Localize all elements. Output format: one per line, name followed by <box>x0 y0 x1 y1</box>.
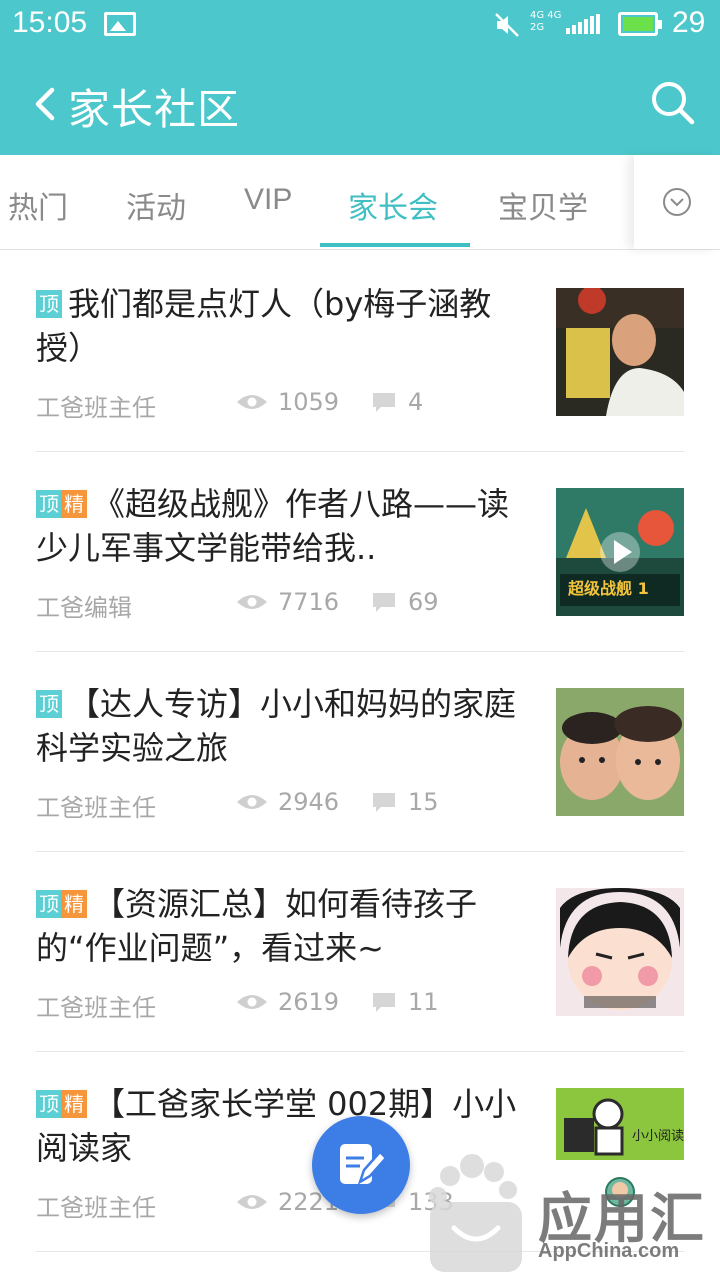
more-tabs-button[interactable] <box>634 155 720 249</box>
network-type: 4G 4G 2G <box>530 10 562 33</box>
chevron-down-icon <box>663 188 691 216</box>
app-bar: 家长社区 <box>0 50 720 155</box>
post-title: 顶【达人专访】小小和妈妈的家庭科学实验之旅 <box>36 685 517 767</box>
mute-icon <box>495 13 519 37</box>
eye-icon <box>237 795 267 809</box>
battery-icon <box>618 12 662 36</box>
list-item[interactable]: 顶我们都是点灯人（by梅子涵教授） 工爸班主任 1059 4 <box>36 252 684 452</box>
view-count: 1059 <box>278 388 340 416</box>
post-author: 工爸班主任 <box>36 994 156 1022</box>
featured-badge: 精 <box>61 890 87 918</box>
post-thumbnail <box>556 288 684 416</box>
list-item[interactable]: 顶精【资源汇总】如何看待孩子的“作业问题”，看过来~ 工爸班主任 2619 11 <box>36 852 684 1052</box>
pinned-badge: 顶 <box>36 290 62 318</box>
page-title: 家长社区 <box>68 85 241 134</box>
post-author: 工爸班主任 <box>36 394 156 422</box>
battery-level: 29 <box>672 6 706 39</box>
appchina-logo-icon <box>429 1154 522 1272</box>
active-tab-indicator <box>320 243 470 247</box>
post-thumbnail <box>556 688 684 816</box>
view-count: 2946 <box>278 788 340 816</box>
comment-icon <box>373 993 395 1012</box>
eye-icon <box>237 1195 267 1209</box>
appchina-watermark: 应用汇 AppChina.com <box>420 1140 720 1280</box>
comment-icon <box>373 593 395 612</box>
eye-icon <box>237 595 267 609</box>
post-title: 顶精【资源汇总】如何看待孩子的“作业问题”，看过来~ <box>36 885 478 967</box>
edit-icon <box>340 1144 388 1185</box>
post-thumbnail <box>556 888 684 1016</box>
thumbnail-caption: 超级战舰 1 <box>567 579 649 598</box>
featured-badge: 精 <box>61 490 87 518</box>
eye-icon <box>237 995 267 1009</box>
tab-hot[interactable]: 热门 <box>8 183 68 227</box>
post-author: 工爸班主任 <box>36 1194 156 1222</box>
status-bar: 15:05 4G 4G 2G 29 <box>0 0 720 50</box>
comment-icon <box>373 793 395 812</box>
pinned-badge: 顶 <box>36 690 62 718</box>
comment-count: 11 <box>408 988 439 1016</box>
tab-parents-meeting[interactable]: 家长会 <box>348 183 438 227</box>
post-thumbnail: 超级战舰 1 <box>556 488 684 616</box>
view-count: 2619 <box>278 988 340 1016</box>
list-item[interactable]: 顶精《超级战舰》作者八路——读少儿军事文学能带给我.. 工爸编辑 7716 69… <box>36 452 684 652</box>
pinned-badge: 顶 <box>36 490 62 518</box>
featured-badge: 精 <box>61 1090 87 1118</box>
post-title: 顶我们都是点灯人（by梅子涵教授） <box>36 285 492 367</box>
watermark-site: AppChina.com <box>538 1240 680 1262</box>
category-tabs: 热门 活动 VIP 家长会 宝贝学 <box>0 155 720 250</box>
image-notification-icon <box>104 12 136 36</box>
signal-icon <box>566 14 602 34</box>
comment-icon <box>373 393 395 412</box>
status-time: 15:05 <box>12 6 88 39</box>
tab-activity[interactable]: 活动 <box>126 183 186 227</box>
view-count: 7716 <box>278 588 340 616</box>
comment-count: 15 <box>408 788 439 816</box>
post-title: 顶精《超级战舰》作者八路——读少儿军事文学能带给我.. <box>36 485 510 567</box>
post-author: 工爸班主任 <box>36 794 156 822</box>
compose-button[interactable] <box>312 1116 410 1214</box>
post-author: 工爸编辑 <box>36 594 132 622</box>
comment-count: 69 <box>408 588 439 616</box>
pinned-badge: 顶 <box>36 1090 62 1118</box>
pinned-badge: 顶 <box>36 890 62 918</box>
tab-baby-learning[interactable]: 宝贝学 <box>498 183 588 227</box>
comment-count: 4 <box>408 388 424 416</box>
eye-icon <box>237 395 267 409</box>
back-icon[interactable] <box>28 84 68 124</box>
tab-vip[interactable]: VIP <box>244 183 292 217</box>
search-icon[interactable] <box>648 78 696 126</box>
list-item[interactable]: 顶【达人专访】小小和妈妈的家庭科学实验之旅 工爸班主任 2946 15 <box>36 652 684 852</box>
